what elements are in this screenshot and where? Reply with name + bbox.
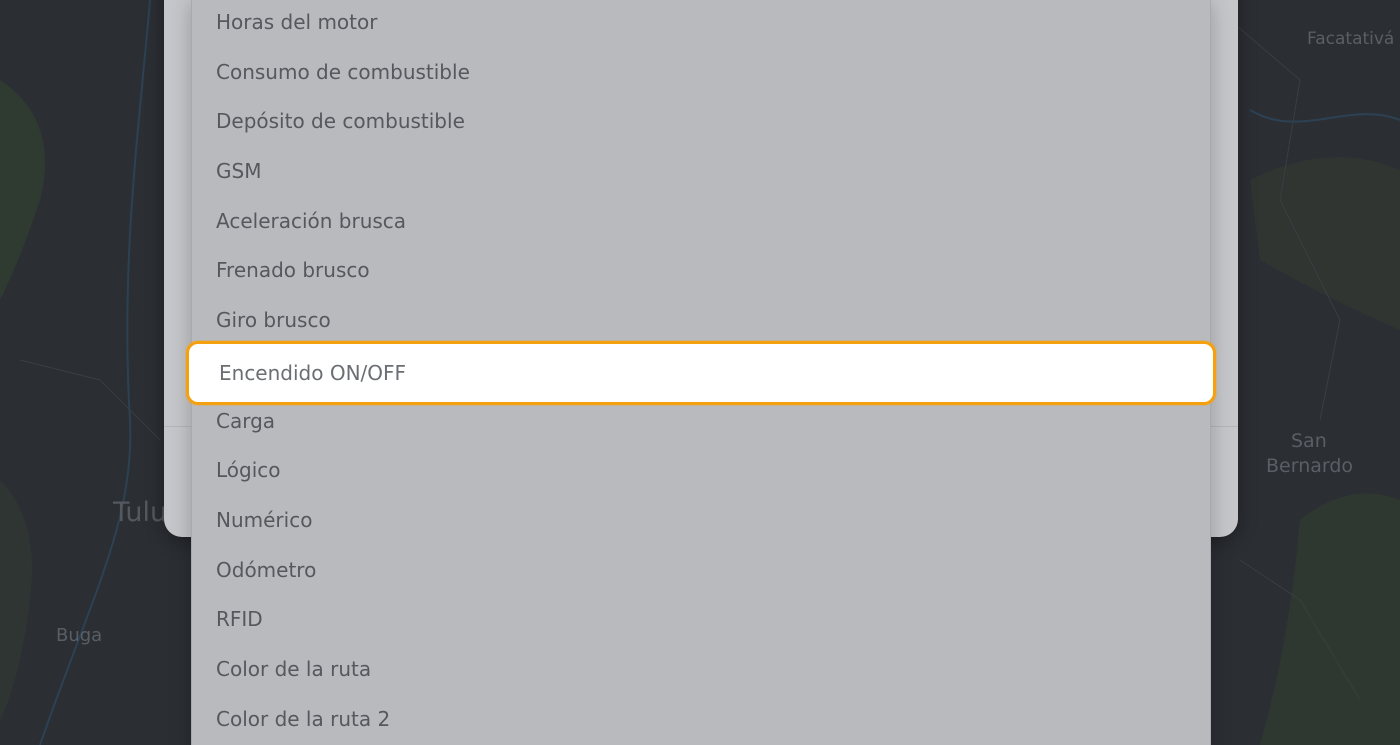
option-carga[interactable]: Carga [192, 398, 1210, 444]
option-giro-brusco[interactable]: Giro brusco [192, 297, 1210, 343]
sensor-type-dropdown-list[interactable]: Horas del motor Consumo de combustible D… [186, 0, 1216, 745]
screen: Facatativá San Bernardo Tulu Buga Horas … [0, 0, 1400, 745]
option-logico[interactable]: Lógico [192, 447, 1210, 493]
option-consumo-de-combustible[interactable]: Consumo de combustible [192, 49, 1210, 95]
option-encendido-on-off[interactable]: Encendido ON/OFF [186, 341, 1216, 405]
map-label-tulua: Tulu [113, 497, 168, 528]
option-odometro[interactable]: Odómetro [192, 547, 1210, 593]
map-label-facatativa: Facatativá [1307, 29, 1395, 49]
map-label-san: San [1291, 430, 1327, 452]
option-horas-del-motor[interactable]: Horas del motor [192, 0, 1210, 45]
option-numerico[interactable]: Numérico [192, 497, 1210, 543]
option-color-de-la-ruta[interactable]: Color de la ruta [192, 646, 1210, 692]
option-color-de-la-ruta-2[interactable]: Color de la ruta 2 [192, 696, 1210, 742]
option-rfid[interactable]: RFID [192, 596, 1210, 642]
map-label-buga: Buga [56, 625, 103, 646]
option-deposito-de-combustible[interactable]: Depósito de combustible [192, 98, 1210, 144]
option-gsm[interactable]: GSM [192, 148, 1210, 194]
map-label-bernardo: Bernardo [1266, 455, 1354, 477]
option-aceleracion-brusca[interactable]: Aceleración brusca [192, 198, 1210, 244]
option-frenado-brusco[interactable]: Frenado brusco [192, 247, 1210, 293]
